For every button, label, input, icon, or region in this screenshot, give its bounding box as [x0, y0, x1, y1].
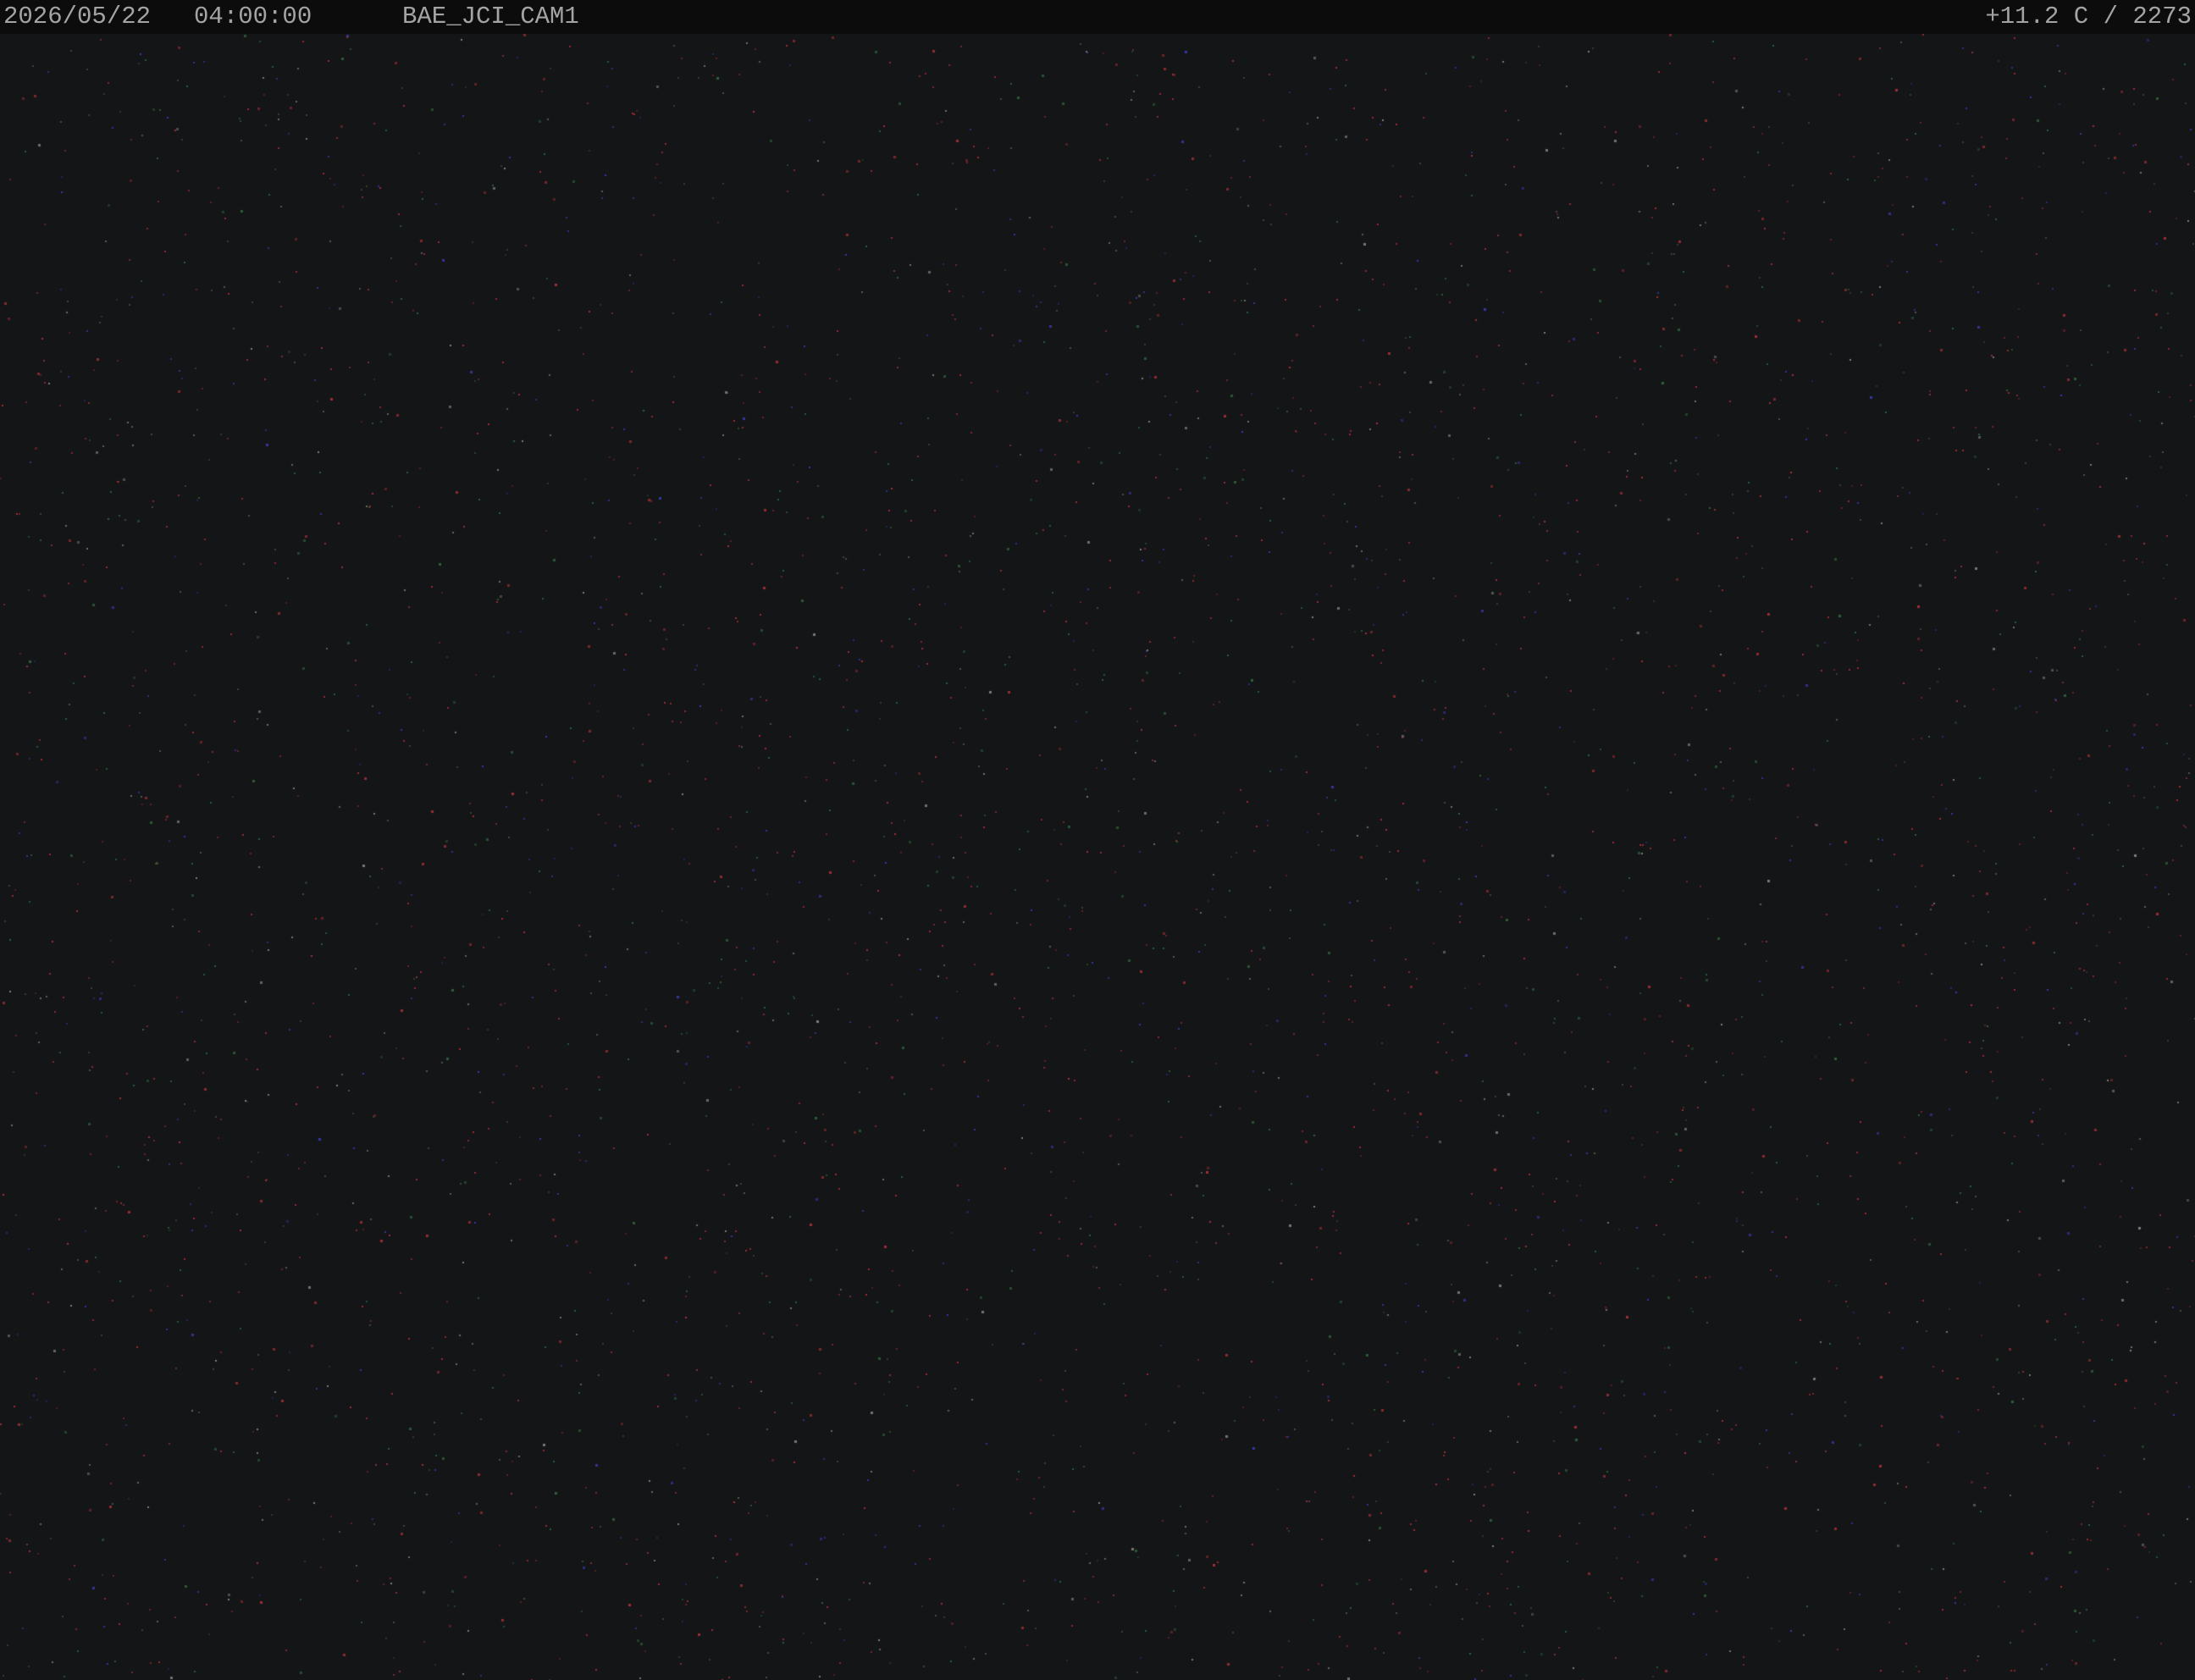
overlay-date: 2026/05/22 [3, 3, 152, 30]
overlay-time: 04:00:00 [194, 3, 312, 30]
overlay-temperature-readout: +11.2 C / 2273 [1985, 3, 2192, 30]
overlay-camera-name: BAE_JCI_CAM1 [402, 3, 579, 30]
camera-frame: 2026/05/22 04:00:00 BAE_JCI_CAM1 +11.2 C… [0, 0, 2195, 1680]
camera-overlay-bar: 2026/05/22 04:00:00 BAE_JCI_CAM1 +11.2 C… [0, 0, 2195, 34]
night-sky-sensor-noise [0, 34, 2195, 1680]
